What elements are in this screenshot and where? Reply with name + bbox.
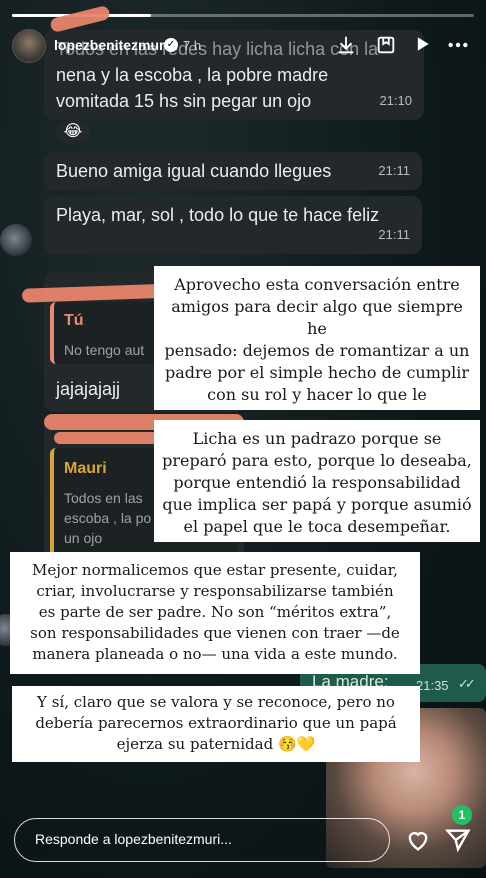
overlay-2-line-2: preparó para esto, porque lo deseaba, (162, 451, 472, 470)
reply-input[interactable]: Responde a lopezbenitezmuri... (14, 818, 390, 862)
overlay-3-line-4: son responsabilidades que vienen con tra… (30, 624, 400, 642)
overlay-4-line-3: ejerza su paternidad 😚💛 (116, 735, 316, 753)
overlay-4-line-1: Y sí, claro que se valora y se reconoce,… (37, 693, 395, 711)
chat-message-2-text: Bueno amiga igual cuando llegues (56, 161, 332, 181)
play-icon[interactable] (410, 34, 434, 58)
overlay-2-line-5: el papel que le toca desempeñar. (183, 517, 451, 536)
read-check-icon: ✓✓ (458, 676, 476, 691)
overlay-1-line-4: padre por el simple hecho de cumplir (164, 363, 470, 382)
chat-message-1-line-3: vomitada 15 hs sin pegar un ojo (56, 91, 312, 111)
story-username[interactable]: lopezbenitezmuri (54, 37, 168, 53)
overlay-2-line-1: Licha es un padrazo porque se (192, 429, 442, 448)
overlay-2-line-4: que implica ser papá y porque asumió (162, 495, 472, 514)
overlay-1-line-2: amigos para decir algo que siempre he (171, 297, 463, 338)
overlay-text-box-2: Licha es un padrazo porque se preparó pa… (154, 420, 480, 542)
chat-message-3: Playa, mar, sol , todo lo que te hace fe… (44, 196, 422, 254)
overlay-3-line-3: es parte de ser padre. No son “méritos e… (38, 603, 392, 621)
reaction-emoji: 😂 (56, 120, 90, 144)
verified-badge-icon: ✓ (164, 38, 178, 52)
overlay-2-line-3: porque entendió la responsabilidad (173, 473, 461, 492)
overlay-3-line-1: Mejor normalicemos que estar presente, c… (32, 561, 398, 579)
chat-message-2: Bueno amiga igual cuando llegues 21:11 (44, 152, 422, 190)
chat-message-out-time: 21:35 (416, 678, 449, 693)
overlay-text-box-4: Y sí, claro que se valora y se reconoce,… (12, 686, 420, 762)
overlay-text-box-3: Mejor normalicemos que estar presente, c… (10, 552, 420, 674)
overlay-3-line-5: manera planeada o no— una vida a este mu… (32, 645, 398, 663)
contact-avatar (0, 224, 32, 256)
heart-icon[interactable] (404, 826, 432, 854)
overlay-1-line-3: pensado: dejemos de romantizar a un (164, 341, 470, 360)
reply-placeholder: Responde a lopezbenitezmuri... (35, 831, 232, 847)
chat-message-3-time: 21:11 (378, 227, 410, 242)
overlay-text-box-1: Aprovecho esta conversación entre amigos… (154, 266, 480, 426)
story-header: lopezbenitezmuri ✓ 7 h (0, 24, 486, 68)
sticker-icon[interactable] (374, 34, 398, 58)
overlay-3-line-2: criar, involucrarse y responsabilizarse … (36, 582, 394, 600)
overlay-1-line-5: con su rol y hacer lo que le (207, 385, 427, 404)
chat-message-2-time: 21:11 (378, 163, 410, 178)
overlay-4-line-2: debería parecernos extraordinario que un… (35, 714, 397, 732)
send-icon[interactable] (444, 826, 472, 854)
profile-avatar[interactable] (12, 29, 46, 63)
download-icon[interactable] (334, 34, 358, 58)
more-icon[interactable] (446, 34, 470, 58)
chat-message-3-text: Playa, mar, sol , todo lo que te hace fe… (56, 205, 380, 225)
overlay-1-line-1: Aprovecho esta conversación entre (174, 275, 460, 294)
chat-message-1-time: 21:10 (379, 93, 412, 108)
chat-message-4-text: jajajajajj (56, 379, 121, 399)
notification-badge: 1 (452, 805, 472, 825)
story-time-ago: 7 h (183, 38, 202, 53)
